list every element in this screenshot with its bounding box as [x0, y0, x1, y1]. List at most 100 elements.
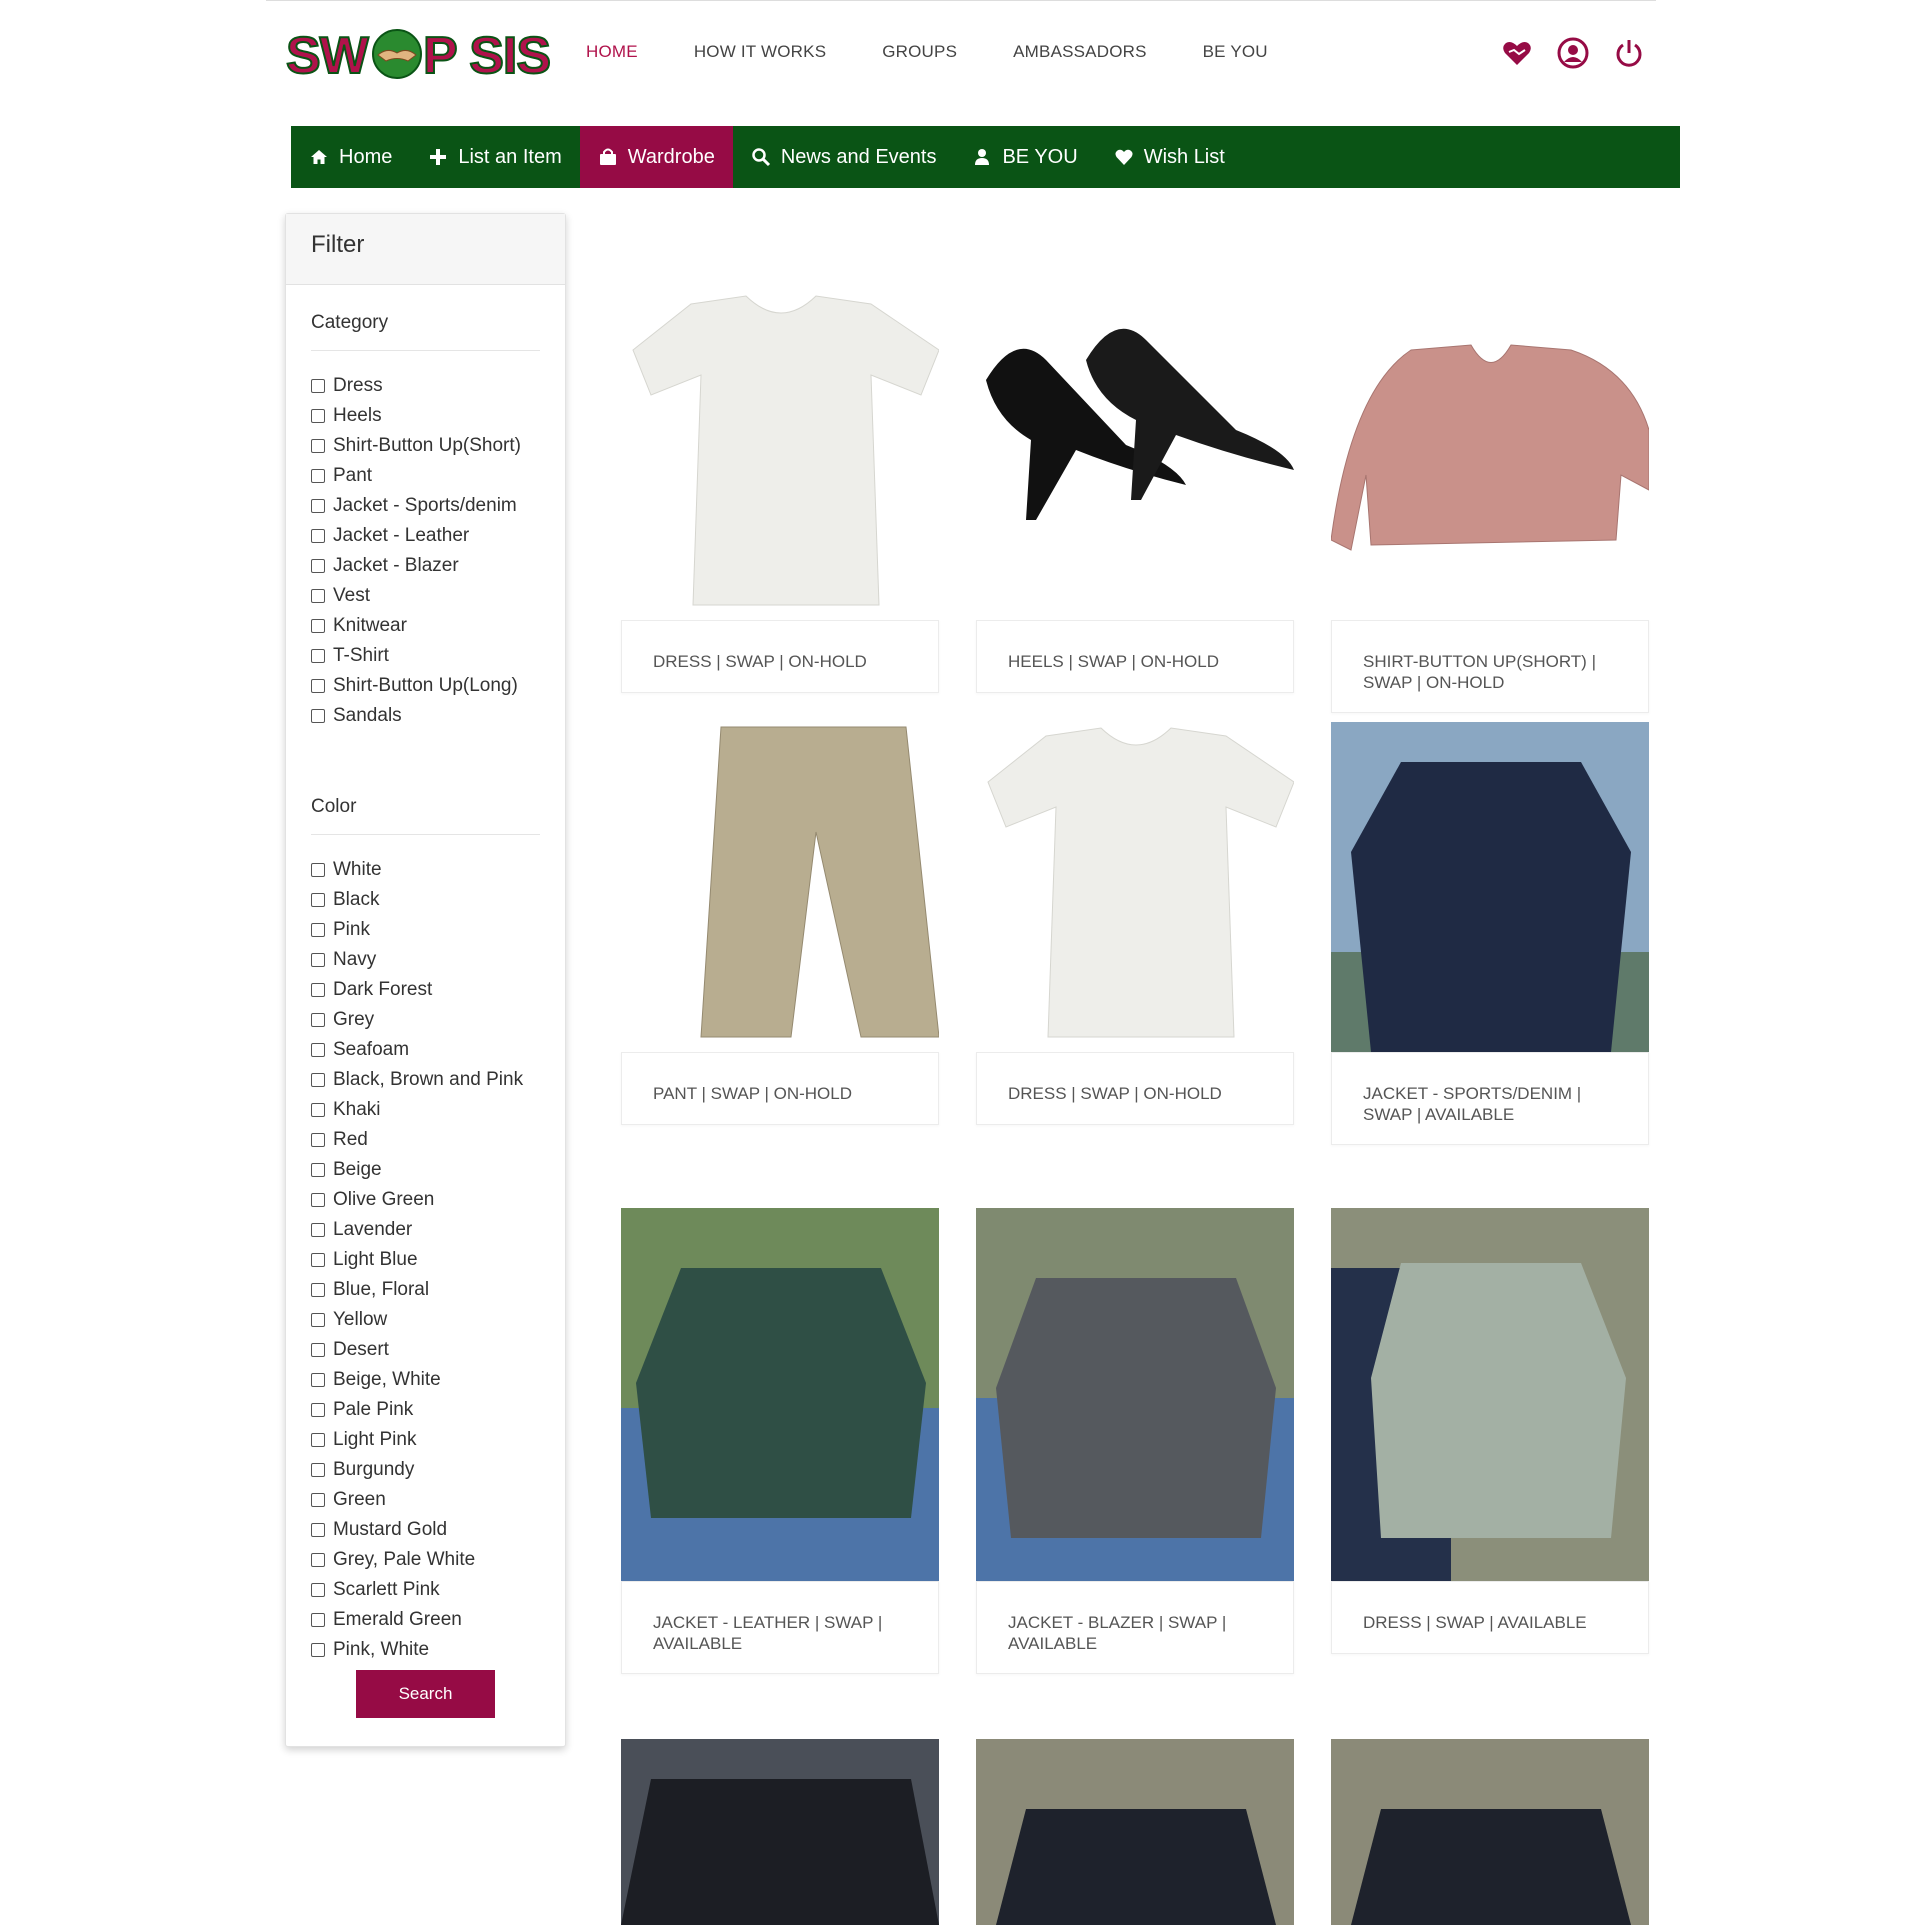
- product-card[interactable]: [1331, 1739, 1649, 1925]
- topnav-groups[interactable]: GROUPS: [882, 42, 957, 62]
- checkbox[interactable]: [311, 1643, 325, 1657]
- checkbox[interactable]: [311, 469, 325, 483]
- checkbox[interactable]: [311, 499, 325, 513]
- checkbox[interactable]: [311, 1553, 325, 1567]
- product-image-grey-blazer[interactable]: [976, 1208, 1294, 1581]
- checkbox[interactable]: [311, 1373, 325, 1387]
- checkbox[interactable]: [311, 1433, 325, 1447]
- checkbox[interactable]: [311, 529, 325, 543]
- color-option[interactable]: Grey: [311, 1005, 540, 1035]
- product-image-khaki-pleated-pants[interactable]: [621, 722, 939, 1052]
- category-option[interactable]: Jacket - Sports/denim: [311, 491, 540, 521]
- checkbox[interactable]: [311, 379, 325, 393]
- category-option[interactable]: Pant: [311, 461, 540, 491]
- category-option[interactable]: Sandals: [311, 701, 540, 731]
- color-option[interactable]: Pale Pink: [311, 1395, 540, 1425]
- checkbox[interactable]: [311, 679, 325, 693]
- color-option[interactable]: Burgundy: [311, 1455, 540, 1485]
- checkbox[interactable]: [311, 409, 325, 423]
- color-option[interactable]: Black: [311, 885, 540, 915]
- category-option[interactable]: Shirt-Button Up(Long): [311, 671, 540, 701]
- category-option[interactable]: T-Shirt: [311, 641, 540, 671]
- topnav-home[interactable]: HOME: [586, 42, 638, 62]
- category-option[interactable]: Jacket - Leather: [311, 521, 540, 551]
- checkbox[interactable]: [311, 893, 325, 907]
- nav-news-and-events[interactable]: News and Events: [733, 126, 955, 188]
- checkbox[interactable]: [311, 439, 325, 453]
- product-image-white-lace-top[interactable]: [976, 722, 1294, 1052]
- checkbox[interactable]: [311, 923, 325, 937]
- product-image-navy-top-on-hanger[interactable]: [1331, 722, 1649, 1052]
- checkbox[interactable]: [311, 953, 325, 967]
- color-option[interactable]: Emerald Green: [311, 1605, 540, 1635]
- checkbox[interactable]: [311, 1253, 325, 1267]
- color-option[interactable]: Desert: [311, 1335, 540, 1365]
- color-option[interactable]: Grey, Pale White: [311, 1545, 540, 1575]
- checkbox[interactable]: [311, 863, 325, 877]
- product-image-green-leather-jacket[interactable]: [621, 1208, 939, 1581]
- product-card[interactable]: DRESS | SWAP | ON-HOLD: [976, 722, 1294, 1125]
- product-card[interactable]: JACKET - LEATHER | SWAP | AVAILABLE: [621, 1208, 939, 1674]
- product-card[interactable]: [976, 1739, 1294, 1925]
- user-circle-icon[interactable]: [1556, 36, 1590, 70]
- product-card[interactable]: DRESS | SWAP | ON-HOLD: [621, 290, 939, 693]
- nav-wardrobe[interactable]: Wardrobe: [579, 126, 733, 188]
- power-icon[interactable]: [1612, 36, 1646, 70]
- category-option[interactable]: Knitwear: [311, 611, 540, 641]
- product-image-black-blazer[interactable]: [1331, 1739, 1649, 1925]
- checkbox[interactable]: [311, 619, 325, 633]
- color-option[interactable]: Blue, Floral: [311, 1275, 540, 1305]
- color-option[interactable]: Beige: [311, 1155, 540, 1185]
- checkbox[interactable]: [311, 983, 325, 997]
- checkbox[interactable]: [311, 1073, 325, 1087]
- checkbox[interactable]: [311, 1283, 325, 1297]
- color-option[interactable]: Seafoam: [311, 1035, 540, 1065]
- checkbox[interactable]: [311, 1343, 325, 1357]
- color-option[interactable]: Red: [311, 1125, 540, 1155]
- checkbox[interactable]: [311, 559, 325, 573]
- checkbox[interactable]: [311, 1583, 325, 1597]
- topnav-how-it-works[interactable]: HOW IT WORKS: [694, 42, 826, 62]
- topnav-ambassadors[interactable]: AMBASSADORS: [1013, 42, 1147, 62]
- product-card[interactable]: DRESS | SWAP | AVAILABLE: [1331, 1208, 1649, 1654]
- product-card[interactable]: PANT | SWAP | ON-HOLD: [621, 722, 939, 1125]
- checkbox[interactable]: [311, 649, 325, 663]
- search-button[interactable]: Search: [356, 1670, 495, 1718]
- color-option[interactable]: Navy: [311, 945, 540, 975]
- product-image-black-leather-jacket[interactable]: [621, 1739, 939, 1925]
- checkbox[interactable]: [311, 589, 325, 603]
- product-card[interactable]: JACKET - BLAZER | SWAP | AVAILABLE: [976, 1208, 1294, 1674]
- checkbox[interactable]: [311, 709, 325, 723]
- category-option[interactable]: Shirt-Button Up(Short): [311, 431, 540, 461]
- product-card[interactable]: JACKET - SPORTS/DENIM | SWAP | AVAILABLE: [1331, 722, 1649, 1145]
- color-option[interactable]: Lavender: [311, 1215, 540, 1245]
- checkbox[interactable]: [311, 1403, 325, 1417]
- nav-list-an-item[interactable]: List an Item: [410, 126, 579, 188]
- product-image-white-lace-top[interactable]: [621, 290, 939, 620]
- heart-hands-icon[interactable]: [1500, 36, 1534, 70]
- checkbox[interactable]: [311, 1463, 325, 1477]
- color-option[interactable]: Light Blue: [311, 1245, 540, 1275]
- color-option[interactable]: Olive Green: [311, 1185, 540, 1215]
- checkbox[interactable]: [311, 1133, 325, 1147]
- color-option[interactable]: Khaki: [311, 1095, 540, 1125]
- category-option[interactable]: Vest: [311, 581, 540, 611]
- color-option[interactable]: Light Pink: [311, 1425, 540, 1455]
- color-option[interactable]: Dark Forest: [311, 975, 540, 1005]
- checkbox[interactable]: [311, 1523, 325, 1537]
- color-option[interactable]: Green: [311, 1485, 540, 1515]
- color-option[interactable]: White: [311, 855, 540, 885]
- checkbox[interactable]: [311, 1103, 325, 1117]
- nav-be-you[interactable]: BE YOU: [954, 126, 1095, 188]
- product-image-pink-blouse[interactable]: [1331, 290, 1649, 620]
- product-image-black-patent-heels[interactable]: [976, 290, 1294, 620]
- color-option[interactable]: Beige, White: [311, 1365, 540, 1395]
- color-option[interactable]: Pink: [311, 915, 540, 945]
- nav-wish-list[interactable]: Wish List: [1096, 126, 1243, 188]
- product-card[interactable]: SHIRT-BUTTON UP(SHORT) | SWAP | ON-HOLD: [1331, 290, 1649, 713]
- checkbox[interactable]: [311, 1493, 325, 1507]
- checkbox[interactable]: [311, 1163, 325, 1177]
- category-option[interactable]: Heels: [311, 401, 540, 431]
- nav-home[interactable]: Home: [291, 126, 410, 188]
- product-image-black-blazer[interactable]: [976, 1739, 1294, 1925]
